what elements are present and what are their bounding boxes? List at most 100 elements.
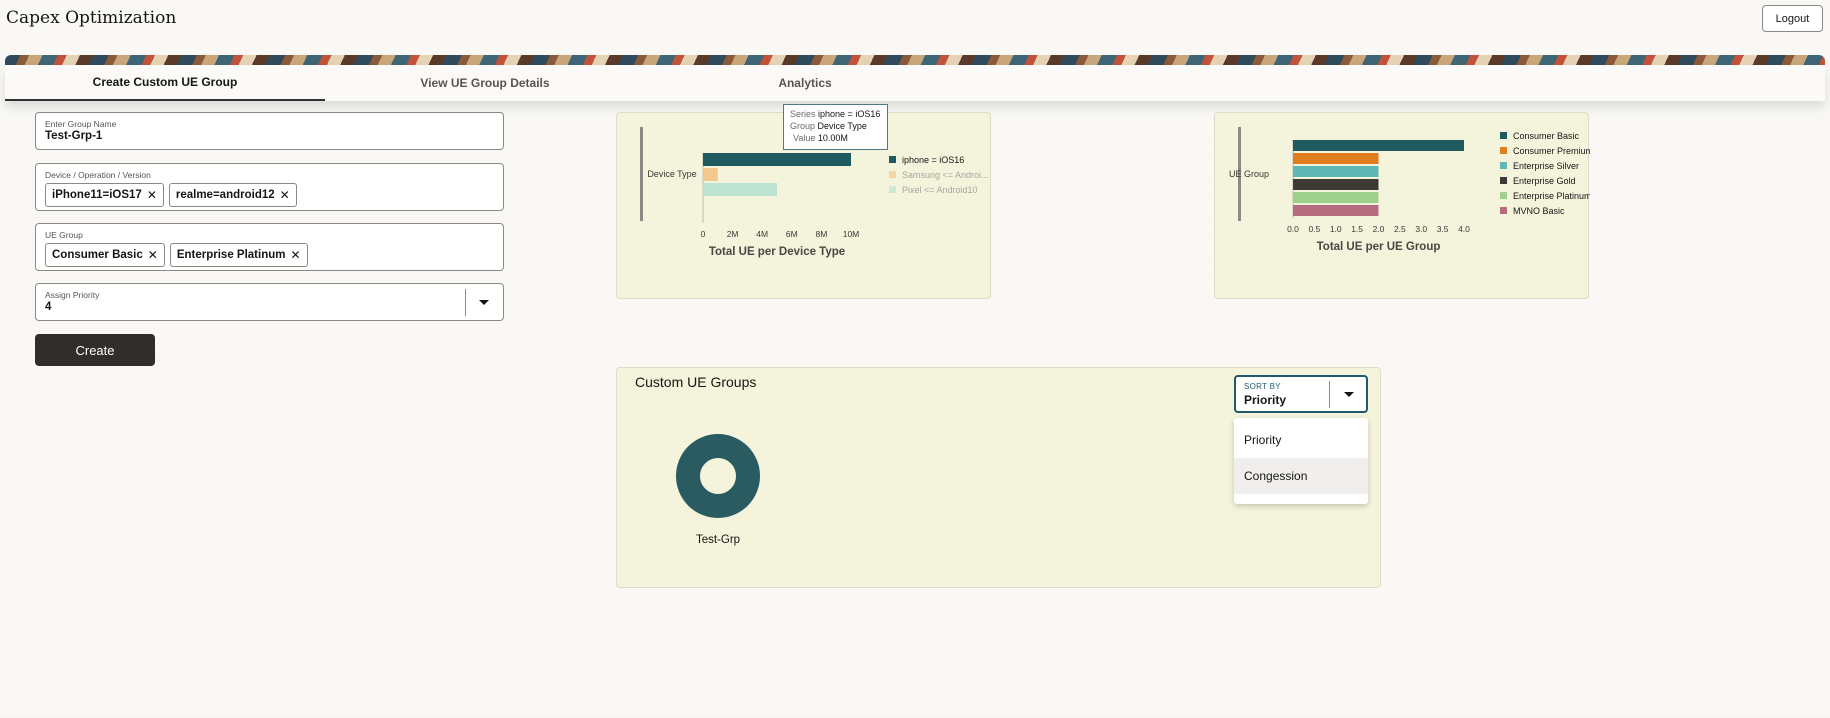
legend-swatch — [889, 171, 896, 178]
group-name-field[interactable]: Enter Group Name Test-Grp-1 — [35, 112, 504, 150]
sort-by-dropdown: Priority Congession — [1234, 418, 1368, 504]
tick-label: 2.0 — [1373, 224, 1385, 234]
ue-group-chip: Enterprise Platinum ✕ — [169, 243, 308, 267]
group-name-value: Test-Grp-1 — [45, 130, 103, 142]
decorative-banner — [5, 55, 1825, 65]
ue-group-chips: Consumer Basic ✕ Enterprise Platinum ✕ — [45, 243, 308, 267]
chip-label: Enterprise Platinum — [176, 249, 286, 261]
tick-label: 2.5 — [1394, 224, 1406, 234]
device-label: Device / Operation / Version — [45, 170, 151, 180]
legend-swatch — [889, 186, 896, 193]
tab-create-custom-ue-group[interactable]: Create Custom UE Group — [5, 65, 325, 101]
device-chip: iPhone11=iOS17 ✕ — [45, 183, 164, 207]
tick-label: 0.5 — [1308, 224, 1320, 234]
ue-group-field[interactable]: UE Group Consumer Basic ✕ Enterprise Plat… — [35, 223, 504, 271]
tick-label: 4.0 — [1458, 224, 1470, 234]
category-axis-line — [640, 127, 643, 221]
select-divider — [1329, 381, 1330, 408]
device-field[interactable]: Device / Operation / Version iPhone11=iO… — [35, 163, 504, 211]
remove-chip-icon[interactable]: ✕ — [148, 248, 158, 262]
app-title: Capex Optimization — [6, 8, 177, 28]
tick-label: 0 — [701, 229, 706, 239]
bar — [1293, 140, 1464, 151]
groups-panel-title: Custom UE Groups — [635, 374, 757, 390]
bar — [1293, 205, 1379, 216]
bar — [1293, 192, 1379, 203]
remove-chip-icon[interactable]: ✕ — [280, 188, 290, 202]
tooltip-key: Series — [790, 109, 816, 119]
legend-label: iphone = iOS16 — [902, 155, 964, 165]
bar — [1293, 153, 1379, 164]
bar — [703, 153, 851, 166]
select-divider — [465, 289, 466, 316]
ue-group-chip: Consumer Basic ✕ — [45, 243, 165, 267]
tab-view-ue-group-details[interactable]: View UE Group Details — [325, 65, 645, 101]
sort-by-label: SORT BY — [1244, 382, 1281, 391]
logout-button[interactable]: Logout — [1762, 5, 1823, 32]
chevron-down-icon[interactable] — [1344, 392, 1354, 397]
tick-label: 1.5 — [1351, 224, 1363, 234]
legend-swatch — [1500, 132, 1507, 139]
tab-analytics[interactable]: Analytics — [645, 65, 965, 101]
remove-chip-icon[interactable]: ✕ — [147, 188, 157, 202]
tick-label: 8M — [815, 229, 827, 239]
legend-swatch — [1500, 192, 1507, 199]
sort-by-select[interactable]: SORT BY Priority — [1234, 375, 1368, 413]
sort-option-priority[interactable]: Priority — [1234, 422, 1368, 458]
legend-swatch — [889, 156, 896, 163]
bar — [1293, 166, 1379, 177]
remove-chip-icon[interactable]: ✕ — [290, 248, 300, 262]
legend-label: Consumer Basic — [1513, 131, 1580, 141]
tick-label: 4M — [756, 229, 768, 239]
tick-label: 3.5 — [1437, 224, 1449, 234]
tick-label: 0.0 — [1287, 224, 1299, 234]
bar — [703, 183, 777, 196]
legend-label: Enterprise Gold — [1513, 176, 1576, 186]
bar — [703, 168, 718, 181]
chart-title: Total UE per UE Group — [1317, 241, 1441, 253]
tab-bar: Create Custom UE Group View UE Group Det… — [5, 65, 1825, 101]
group-donut[interactable] — [675, 433, 761, 519]
sort-option-congession[interactable]: Congession — [1234, 458, 1368, 494]
tooltip-value: Device Type — [817, 121, 867, 131]
ue-group-chart-card: UE Group 0.0 0.5 1.0 1.5 2.0 2.5 3.0 3.5 4.0 Total… — [1214, 112, 1590, 299]
ue-group-chart: UE Group 0.0 0.5 1.0 1.5 2.0 2.5 3.0 3.5 4.0 Total… — [1229, 127, 1590, 253]
legend-swatch — [1500, 162, 1507, 169]
bar — [1293, 179, 1379, 190]
legend-label: Pixel <= Android10 — [902, 185, 978, 195]
ue-group-label: UE Group — [45, 230, 83, 240]
device-chip: realme=android12 ✕ — [168, 183, 297, 207]
legend-label: Enterprise Platinum — [1513, 191, 1590, 201]
sort-by-value: Priority — [1244, 393, 1287, 407]
tick-label: 6M — [786, 229, 798, 239]
tick-label: 1.0 — [1330, 224, 1342, 234]
legend-label: Enterprise Silver — [1513, 161, 1579, 171]
tooltip-key: Value — [793, 133, 816, 143]
chip-label: iPhone11=iOS17 — [52, 189, 142, 201]
priority-label: Assign Priority — [45, 290, 100, 300]
legend-swatch — [1500, 207, 1507, 214]
chip-label: Consumer Basic — [52, 249, 143, 261]
device-chips: iPhone11=iOS17 ✕ realme=android12 ✕ — [45, 183, 297, 207]
chart-tooltip: Series iphone = iOS16 Group Device Type … — [783, 104, 888, 150]
legend-label: Consumer Premium — [1513, 146, 1590, 156]
group-name-label: Test-Grp — [695, 534, 741, 546]
create-button[interactable]: Create — [35, 334, 155, 366]
category-label: UE Group — [1229, 169, 1269, 179]
chevron-down-icon[interactable] — [479, 300, 489, 305]
priority-select[interactable]: Assign Priority 4 — [35, 283, 504, 321]
legend-label: Samsung <= Androi... — [902, 170, 989, 180]
legend-swatch — [1500, 177, 1507, 184]
tick-label: 3.0 — [1415, 224, 1427, 234]
category-label: Device Type — [647, 169, 696, 179]
tick-label: 10M — [843, 229, 860, 239]
group-name-label: Enter Group Name — [45, 119, 117, 129]
chip-label: realme=android12 — [175, 189, 275, 201]
priority-value: 4 — [45, 301, 52, 313]
legend-label: MVNO Basic — [1513, 206, 1565, 216]
legend-swatch — [1500, 147, 1507, 154]
tooltip-value: 10.00M — [817, 133, 848, 143]
donut-ring — [676, 434, 760, 518]
chart-title: Total UE per Device Type — [709, 246, 845, 258]
tooltip-value: iphone = iOS16 — [818, 109, 881, 119]
